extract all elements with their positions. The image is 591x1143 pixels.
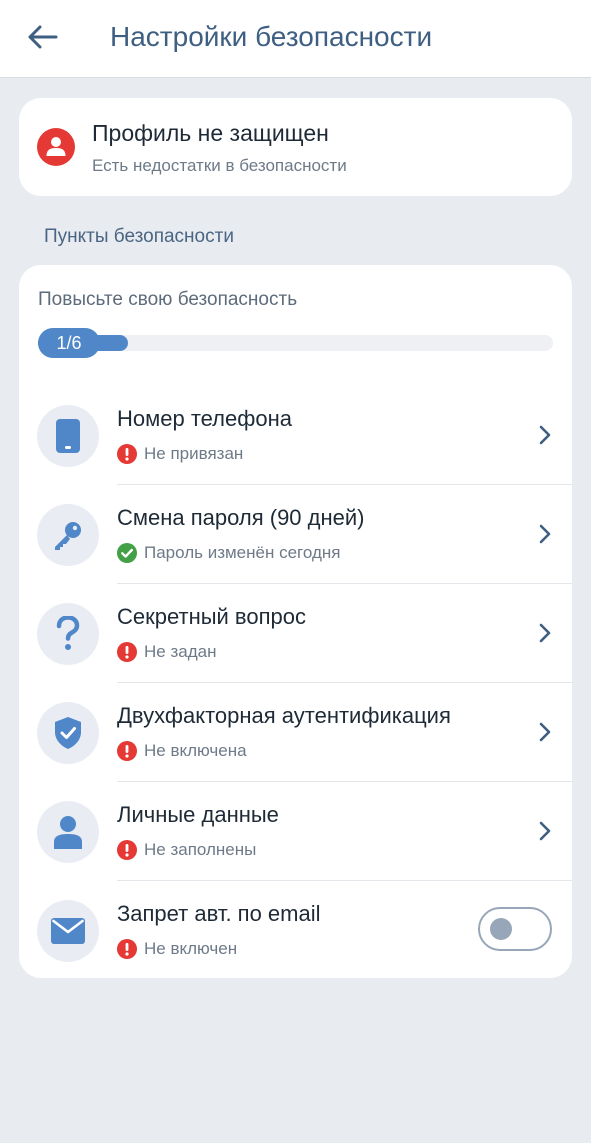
back-button[interactable] [22, 17, 62, 57]
item-status: Не включен [117, 939, 237, 959]
item-title: Номер телефона [117, 406, 292, 431]
section-header: Пункты безопасности [44, 226, 234, 247]
progress-bar [38, 335, 553, 351]
security-item-secret-question[interactable]: Секретный вопрос Не задан [19, 584, 572, 683]
item-icon-wrap [37, 702, 99, 764]
security-item-personal-data[interactable]: Личные данные Не заполнены [19, 782, 572, 881]
profile-status-card[interactable]: Профиль не защищен Есть недостатки в без… [19, 98, 572, 196]
item-status: Не включена [117, 741, 247, 761]
success-check-icon [117, 543, 137, 563]
arrow-left-icon [28, 25, 58, 49]
person-icon [54, 816, 82, 849]
phone-icon [56, 419, 80, 453]
item-title: Личные данные [117, 802, 279, 827]
chevron-right-icon [539, 524, 551, 544]
security-items-card: Повысьте свою безопасность 1/6 Номер тел… [19, 265, 572, 978]
item-icon-wrap [37, 504, 99, 566]
shield-check-icon [55, 717, 81, 749]
page-title: Настройки безопасности [110, 21, 433, 52]
chevron-right-icon [539, 425, 551, 445]
key-icon [55, 522, 81, 550]
item-title: Запрет авт. по email [117, 901, 321, 926]
item-status-text: Не привязан [144, 444, 244, 463]
top-app-bar: Настройки безопасности [0, 0, 591, 78]
security-item-phone[interactable]: Номер телефона Не привязан [19, 386, 572, 485]
item-status-text: Пароль изменён сегодня [144, 543, 341, 562]
item-status: Не привязан [117, 444, 243, 464]
item-status: Не задан [117, 642, 216, 662]
question-icon [56, 616, 80, 650]
progress-label: 1/6 [38, 328, 100, 358]
item-status-text: Не включена [144, 741, 247, 760]
chevron-right-icon [539, 821, 551, 841]
toggle-knob [490, 917, 512, 940]
error-icon [117, 642, 137, 662]
error-icon [117, 939, 137, 959]
item-icon-wrap [37, 801, 99, 863]
chevron-right-icon [539, 623, 551, 643]
item-status: Не заполнены [117, 840, 256, 860]
error-icon [117, 444, 137, 464]
item-title: Смена пароля (90 дней) [117, 505, 365, 530]
item-title: Секретный вопрос [117, 604, 306, 629]
item-status: Пароль изменён сегодня [117, 543, 340, 563]
user-alert-icon [37, 128, 75, 166]
status-title: Профиль не защищен [92, 120, 329, 146]
item-icon-wrap [37, 900, 99, 962]
email-login-ban-toggle[interactable] [478, 907, 552, 951]
item-icon-wrap [37, 603, 99, 665]
item-status-text: Не включен [144, 939, 238, 958]
security-item-email-login-ban: Запрет авт. по email Не включен [19, 881, 572, 980]
mail-icon [51, 918, 85, 944]
item-status-text: Не заполнены [144, 840, 257, 859]
item-title: Двухфакторная аутентификация [117, 703, 451, 728]
error-icon [117, 741, 137, 761]
security-item-password[interactable]: Смена пароля (90 дней) Пароль изменён се… [19, 485, 572, 584]
item-icon-wrap [37, 405, 99, 467]
item-status-text: Не задан [144, 642, 217, 661]
progress-caption: Повысьте свою безопасность [38, 289, 298, 310]
chevron-right-icon [539, 722, 551, 742]
status-subtitle: Есть недостатки в безопасности [92, 156, 347, 175]
error-icon [117, 840, 137, 860]
security-item-two-factor[interactable]: Двухфакторная аутентификация Не включена [19, 683, 572, 782]
